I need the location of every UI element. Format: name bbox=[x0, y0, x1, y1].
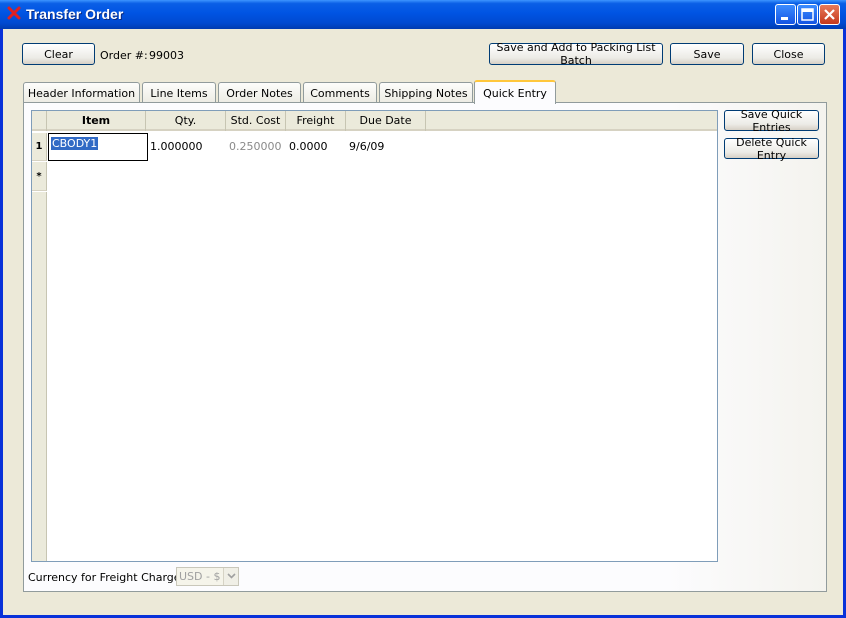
close-button[interactable]: Close bbox=[752, 43, 825, 65]
item-cell-editor[interactable]: CBODY1 bbox=[48, 133, 148, 161]
qty-cell[interactable]: 1.000000 bbox=[150, 133, 203, 161]
quick-entry-grid[interactable]: Item Qty. Std. Cost Freight Due Date 1 *… bbox=[31, 110, 718, 562]
row-header-new[interactable]: * bbox=[32, 162, 47, 191]
freight-cell[interactable]: 0.0000 bbox=[289, 133, 328, 161]
order-number-label: Order #: bbox=[100, 49, 148, 62]
delete-quick-entry-button[interactable]: Delete Quick Entry bbox=[724, 136, 819, 162]
column-header-std-cost[interactable]: Std. Cost bbox=[226, 111, 286, 131]
std-cost-cell[interactable]: 0.250000 bbox=[229, 133, 282, 161]
tab-quick-entry[interactable]: Quick Entry bbox=[474, 80, 556, 104]
app-x-icon bbox=[7, 6, 21, 20]
currency-select[interactable]: USD - $ bbox=[176, 567, 239, 586]
minimize-button[interactable] bbox=[775, 4, 796, 25]
save-button[interactable]: Save bbox=[670, 43, 744, 65]
item-cell-selected-text: CBODY1 bbox=[51, 137, 99, 150]
grid-corner bbox=[32, 111, 47, 131]
currency-dropdown-arrow[interactable] bbox=[223, 568, 238, 585]
save-and-add-to-packing-list-button[interactable]: Save and Add to Packing List Batch bbox=[489, 41, 663, 67]
column-header-due-date[interactable]: Due Date bbox=[346, 111, 426, 131]
chevron-down-icon bbox=[227, 573, 236, 579]
title-bar[interactable]: Transfer Order bbox=[0, 0, 846, 29]
tab-comments[interactable]: Comments bbox=[303, 82, 377, 103]
tab-shipping-notes[interactable]: Shipping Notes bbox=[379, 82, 473, 103]
transfer-order-window: Transfer Order Clear Order #: 99003 Save… bbox=[0, 0, 846, 618]
currency-label: Currency for Freight Charges: bbox=[28, 571, 190, 584]
column-header-freight[interactable]: Freight bbox=[286, 111, 346, 131]
tab-header-information[interactable]: Header Information bbox=[23, 82, 140, 103]
maximize-button[interactable] bbox=[797, 4, 818, 25]
order-number-value: 99003 bbox=[149, 49, 184, 62]
column-header-qty[interactable]: Qty. bbox=[146, 111, 226, 131]
save-quick-entries-button[interactable]: Save Quick Entries bbox=[724, 108, 819, 134]
row-header-gutter bbox=[32, 192, 47, 561]
grid-header: Item Qty. Std. Cost Freight Due Date bbox=[32, 111, 717, 131]
currency-value: USD - $ bbox=[179, 570, 221, 583]
minimize-icon bbox=[781, 17, 788, 20]
maximize-icon bbox=[801, 8, 814, 21]
tab-order-notes[interactable]: Order Notes bbox=[218, 82, 301, 103]
clear-button[interactable]: Clear bbox=[22, 43, 95, 65]
column-header-item[interactable]: Item bbox=[47, 111, 146, 131]
due-date-cell[interactable]: 9/6/09 bbox=[349, 133, 384, 161]
row-header-1[interactable]: 1 bbox=[32, 133, 47, 161]
close-icon bbox=[824, 9, 835, 20]
window-title: Transfer Order bbox=[26, 6, 124, 22]
tab-line-items[interactable]: Line Items bbox=[142, 82, 216, 103]
close-window-button[interactable] bbox=[819, 4, 840, 25]
